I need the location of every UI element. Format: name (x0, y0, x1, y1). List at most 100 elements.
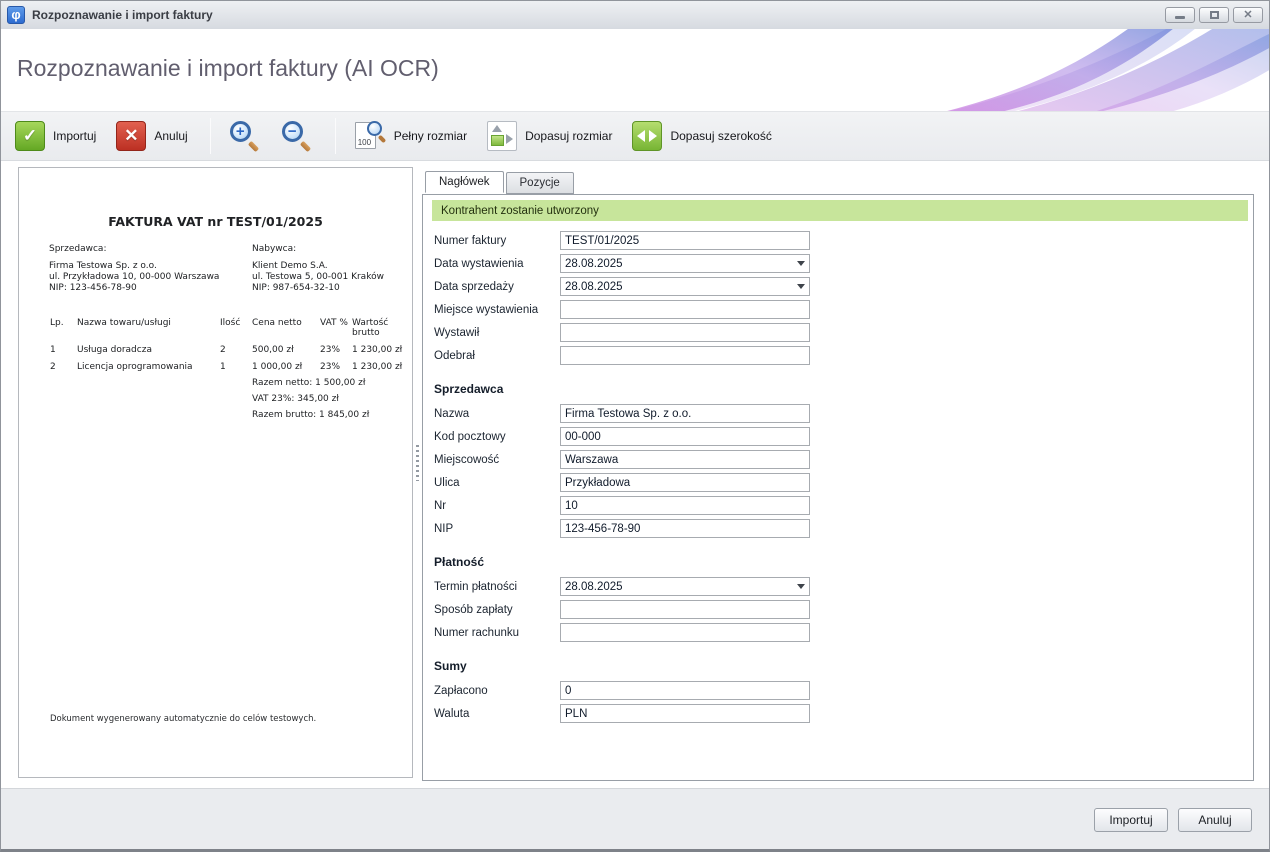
odebral-input[interactable] (560, 346, 810, 365)
dropdown-arrow-icon[interactable] (792, 255, 809, 272)
field-label: Waluta (434, 708, 560, 720)
numer-rachunku-input[interactable] (560, 623, 810, 642)
nazwa-input[interactable] (560, 404, 810, 423)
sposob-zaplaty-input[interactable] (560, 600, 810, 619)
invoice-footer-note: Dokument wygenerowany automatycznie do c… (50, 714, 316, 724)
field-label: Odebrał (434, 350, 560, 362)
form-field-miejsce-wystawienia: Miejsce wystawienia (434, 298, 1248, 321)
field-label: Ulica (434, 477, 560, 489)
form-field-odebral: Odebrał (434, 344, 1248, 367)
form-field-miejscowosc: Miejscowość (434, 448, 1248, 471)
miejsce-wystawienia-input[interactable] (560, 300, 810, 319)
miejscowosc-input[interactable] (560, 450, 810, 469)
section-header-platnosc: Płatność (434, 552, 1248, 572)
form-field-waluta: Waluta (434, 702, 1248, 725)
field-label: Sposób zapłaty (434, 604, 560, 616)
app-icon: φ (7, 6, 25, 24)
zoom-out-button[interactable]: − (277, 117, 321, 155)
form-field-zaplacono: Zapłacono (434, 679, 1248, 702)
phi-icon: φ (11, 7, 20, 22)
zoom-in-button[interactable]: + (225, 117, 269, 155)
toolbar-importuj-button[interactable]: ✓ Importuj (11, 118, 104, 154)
fit-size-icon (487, 121, 517, 151)
tab-naglowek[interactable]: Nagłówek (425, 171, 504, 193)
form-area: Nagłówek Pozycje Kontrahent zostanie utw… (422, 171, 1254, 781)
toolbar-anuluj-label: Anuluj (154, 129, 187, 143)
field-label: Nr (434, 500, 560, 512)
toolbar-separator (210, 118, 211, 154)
invoice-buyer-block: Nabywca: Klient Demo S.A. ul. Testowa 5,… (252, 244, 384, 294)
invoice-seller-block: Sprzedawca: Firma Testowa Sp. z o.o. ul.… (49, 244, 219, 294)
dialog-footer: Importuj Anuluj (1, 788, 1269, 852)
field-label: Termin płatności (434, 581, 560, 593)
field-label: Miejsce wystawienia (434, 304, 560, 316)
form-field-wystawil: Wystawił (434, 321, 1248, 344)
full-size-label: Pełny rozmiar (394, 129, 467, 143)
invoice-table-header-row: Lp. Nazwa towaru/usługi Ilość Cena netto… (50, 318, 410, 345)
page-header: Rozpoznawanie i import faktury (AI OCR) (1, 29, 1269, 111)
fit-size-label: Dopasuj rozmiar (525, 129, 612, 143)
kod-pocztowy-input[interactable] (560, 427, 810, 446)
toolbar-anuluj-button[interactable]: ✕ Anuluj (112, 118, 195, 154)
ulica-input[interactable] (560, 473, 810, 492)
waluta-input[interactable] (560, 704, 810, 723)
data-wystawienia-combo[interactable] (560, 254, 810, 273)
invoice-item-row: 1 Usługa doradcza 2 500,00 zł 23% 1 230,… (50, 345, 410, 362)
check-icon: ✓ (15, 121, 45, 151)
zoom-out-icon: − (281, 120, 313, 152)
full-size-button[interactable]: 100 Pełny rozmiar (350, 117, 475, 155)
form-field-ulica: Ulica (434, 471, 1248, 494)
fit-size-button[interactable]: Dopasuj rozmiar (483, 118, 620, 154)
maximize-icon (1210, 11, 1219, 19)
zoom-in-icon: + (229, 120, 261, 152)
minimize-button[interactable] (1165, 7, 1195, 23)
cancel-icon: ✕ (116, 121, 146, 151)
form-field-data-wystawienia: Data wystawienia (434, 252, 1248, 275)
field-label: Kod pocztowy (434, 431, 560, 443)
data-sprzedazy-combo[interactable] (560, 277, 810, 296)
fit-width-icon (632, 121, 662, 151)
close-icon: ✕ (1243, 10, 1252, 21)
fit-width-label: Dopasuj szerokość (670, 129, 771, 143)
nip-input[interactable] (560, 519, 810, 538)
zaplacono-input[interactable] (560, 681, 810, 700)
form-field-nip: NIP (434, 517, 1248, 540)
invoice-totals: Razem netto: 1 500,00 zł VAT 23%: 345,00… (252, 375, 369, 423)
main-content: FAKTURA VAT nr TEST/01/2025 Sprzedawca: … (1, 161, 1269, 788)
splitter-grip-icon (416, 445, 419, 481)
field-label: NIP (434, 523, 560, 535)
field-label: Wystawił (434, 327, 560, 339)
toolbar-separator (335, 118, 336, 154)
panel-splitter[interactable] (413, 167, 422, 778)
dropdown-arrow-icon[interactable] (792, 578, 809, 595)
numer-faktury-input[interactable] (560, 231, 810, 250)
tab-pozycje[interactable]: Pozycje (506, 172, 574, 194)
field-label: Miejscowość (434, 454, 560, 466)
form-field-numer-faktury: Numer faktury (434, 229, 1248, 252)
form-field-data-sprzedazy: Data sprzedaży (434, 275, 1248, 298)
fit-width-button[interactable]: Dopasuj szerokość (628, 118, 779, 154)
maximize-button[interactable] (1199, 7, 1229, 23)
app-window: φ Rozpoznawanie i import faktury ✕ Rozpo… (0, 0, 1270, 852)
invoice-preview-panel: FAKTURA VAT nr TEST/01/2025 Sprzedawca: … (18, 167, 413, 778)
invoice-title: FAKTURA VAT nr TEST/01/2025 (19, 214, 412, 229)
footer-anuluj-button[interactable]: Anuluj (1178, 808, 1252, 832)
form-field-termin-platnosci: Termin płatności (434, 575, 1248, 598)
wystawil-input[interactable] (560, 323, 810, 342)
page-title: Rozpoznawanie i import faktury (AI OCR) (17, 55, 439, 82)
dropdown-arrow-icon[interactable] (792, 278, 809, 295)
tab-strip: Nagłówek Pozycje (425, 171, 1254, 194)
termin-platnosci-combo[interactable] (560, 577, 810, 596)
toolbar: ✓ Importuj ✕ Anuluj + − 100 Pełny rozmia… (1, 111, 1269, 161)
minimize-icon (1175, 16, 1185, 19)
section-header-sumy: Sumy (434, 656, 1248, 676)
form-field-nr: Nr (434, 494, 1248, 517)
form-field-kod-pocztowy: Kod pocztowy (434, 425, 1248, 448)
close-button[interactable]: ✕ (1233, 7, 1263, 23)
title-bar[interactable]: φ Rozpoznawanie i import faktury ✕ (1, 1, 1269, 29)
nr-input[interactable] (560, 496, 810, 515)
field-label: Nazwa (434, 408, 560, 420)
footer-importuj-button[interactable]: Importuj (1094, 808, 1168, 832)
header-form-panel: Kontrahent zostanie utworzony Numer fakt… (422, 194, 1254, 781)
toolbar-importuj-label: Importuj (53, 129, 96, 143)
